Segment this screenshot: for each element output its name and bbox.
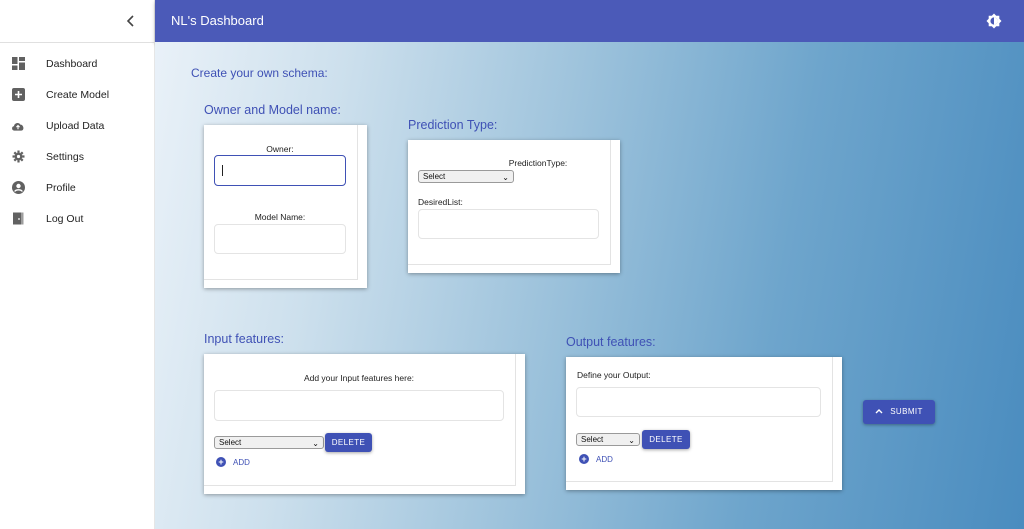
output-delete-button[interactable]: DELETE [642,430,690,449]
sidebar-item-label: Upload Data [46,119,105,132]
owner-input[interactable] [214,155,346,186]
text-caret [222,165,223,176]
add-label: ADD [233,457,250,467]
add-circle-icon: + [216,457,226,467]
model-name-label: Model Name: [254,212,306,222]
app-bar: NL's Dashboard [155,0,1024,42]
page-title: Create your own schema: [191,66,328,80]
add-label: ADD [596,454,613,464]
input-features-prompt: Add your Input features here: [303,373,415,383]
account-circle-icon [11,181,25,195]
input-feature-field[interactable] [214,390,504,421]
brightness-icon[interactable] [986,13,1002,29]
output-prompt: Define your Output: [577,370,651,380]
chevron-left-icon[interactable] [122,12,140,30]
desired-list-label: DesiredList: [418,197,463,207]
sidebar-item-label: Profile [46,181,76,194]
sidebar-header [0,0,154,43]
sidebar-item-label: Dashboard [46,57,98,70]
input-delete-button[interactable]: DELETE [325,433,372,452]
model-name-input[interactable] [214,224,346,254]
chevron-up-icon [875,400,883,424]
prediction-type-label: PredictionType: [508,158,568,168]
output-features-card: Define your Output: Select ⌄ DELETE + AD… [566,357,842,490]
cloud-upload-icon [11,119,25,133]
chevron-down-icon: ⌄ [312,439,319,448]
select-value: Select [219,438,242,447]
sidebar: Dashboard Create Model Upload Data Setti… [0,0,155,529]
input-add-button[interactable]: + ADD [216,457,250,467]
add-box-icon [11,88,25,102]
sidebar-item-dashboard[interactable]: Dashboard [0,48,154,79]
desired-list-input[interactable] [418,209,599,239]
select-value: Select [581,435,604,444]
sidebar-nav: Dashboard Create Model Upload Data Setti… [0,48,154,234]
sidebar-item-create-model[interactable]: Create Model [0,79,154,110]
main-content: Create your own schema: Owner and Model … [155,42,1024,529]
output-add-button[interactable]: + ADD [579,454,613,464]
prediction-type-select[interactable]: Select ⌄ [418,170,514,183]
chevron-down-icon: ⌄ [502,173,509,182]
add-circle-icon: + [579,454,589,464]
owner-label: Owner: [266,144,294,154]
sidebar-item-upload-data[interactable]: Upload Data [0,110,154,141]
sidebar-item-settings[interactable]: Settings [0,141,154,172]
sidebar-item-label: Log Out [46,212,84,225]
app-title: NL's Dashboard [171,13,264,28]
submit-label: SUBMIT [890,407,923,416]
sidebar-item-profile[interactable]: Profile [0,172,154,203]
owner-section-title: Owner and Model name: [204,103,341,117]
output-feature-field[interactable] [576,387,821,417]
select-value: Select [423,172,446,181]
input-feature-type-select[interactable]: Select ⌄ [214,436,324,449]
sidebar-item-label: Create Model [46,88,110,101]
input-features-card: Add your Input features here: Select ⌄ D… [204,354,525,494]
input-section-title: Input features: [204,332,284,346]
chevron-down-icon: ⌄ [628,436,635,445]
submit-button[interactable]: SUBMIT [863,400,935,424]
prediction-card: PredictionType: Select ⌄ DesiredList: [408,140,620,273]
sidebar-item-log-out[interactable]: Log Out [0,203,154,234]
prediction-section-title: Prediction Type: [408,118,498,132]
sidebar-item-label: Settings [46,150,84,163]
output-feature-type-select[interactable]: Select ⌄ [576,433,640,446]
dashboard-icon [11,57,25,71]
owner-card: Owner: Model Name: [204,125,367,288]
exit-door-icon [11,212,25,226]
output-section-title: Output features: [566,335,656,349]
gear-icon [11,150,25,164]
